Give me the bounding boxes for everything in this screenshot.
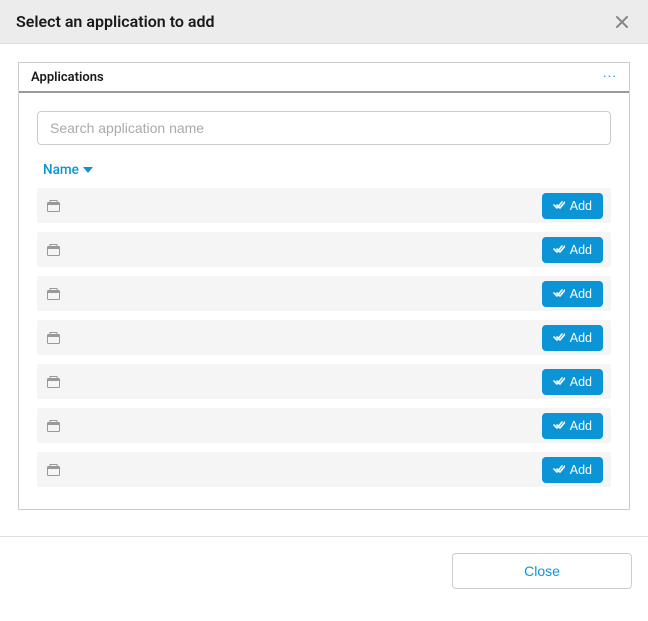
add-button-label: Add <box>570 419 592 433</box>
double-check-icon <box>553 421 565 431</box>
application-icon <box>47 332 60 344</box>
add-button[interactable]: Add <box>542 281 603 307</box>
add-button-label: Add <box>570 331 592 345</box>
column-header-name[interactable]: Name <box>43 162 93 178</box>
application-icon <box>47 288 60 300</box>
table-row: Add <box>37 408 611 443</box>
row-left <box>47 332 68 344</box>
table-row: Add <box>37 232 611 267</box>
row-left <box>47 464 68 476</box>
table-row: Add <box>37 188 611 223</box>
add-button[interactable]: Add <box>542 325 603 351</box>
add-button[interactable]: Add <box>542 237 603 263</box>
sort-caret-icon <box>83 167 93 173</box>
add-button[interactable]: Add <box>542 369 603 395</box>
table-row: Add <box>37 320 611 355</box>
double-check-icon <box>553 465 565 475</box>
application-icon <box>47 420 60 432</box>
add-button[interactable]: Add <box>542 193 603 219</box>
close-button[interactable]: Close <box>452 553 632 589</box>
modal-footer: Close <box>0 536 648 589</box>
add-button-label: Add <box>570 463 592 477</box>
applications-panel: Applications ··· Name AddAddAddAddAddAdd… <box>18 62 630 510</box>
add-button-label: Add <box>570 375 592 389</box>
double-check-icon <box>553 289 565 299</box>
modal-title: Select an application to add <box>16 12 215 31</box>
double-check-icon <box>553 333 565 343</box>
add-button[interactable]: Add <box>542 457 603 483</box>
table-row: Add <box>37 364 611 399</box>
column-header-name-label: Name <box>43 162 79 178</box>
application-list: Add Add Add Add Add Add Add <box>37 188 611 487</box>
panel-menu-icon[interactable]: ··· <box>603 69 617 85</box>
close-icon[interactable] <box>612 12 632 32</box>
add-button-label: Add <box>570 287 592 301</box>
row-left <box>47 244 68 256</box>
application-icon <box>47 244 60 256</box>
panel-header: Applications ··· <box>19 63 629 93</box>
row-left <box>47 376 68 388</box>
row-left <box>47 420 68 432</box>
row-left <box>47 288 68 300</box>
add-button-label: Add <box>570 199 592 213</box>
modal-header: Select an application to add <box>0 0 648 44</box>
application-icon <box>47 200 60 212</box>
panel-body: Name Add Add Add Add Add Add Add <box>19 93 629 509</box>
add-button-label: Add <box>570 243 592 257</box>
row-left <box>47 200 68 212</box>
add-button[interactable]: Add <box>542 413 603 439</box>
column-header-row: Name <box>37 159 611 178</box>
application-icon <box>47 464 60 476</box>
panel-title: Applications <box>31 70 104 85</box>
double-check-icon <box>553 245 565 255</box>
double-check-icon <box>553 377 565 387</box>
double-check-icon <box>553 201 565 211</box>
application-icon <box>47 376 60 388</box>
panel-wrap: Applications ··· Name AddAddAddAddAddAdd… <box>0 44 648 510</box>
table-row: Add <box>37 452 611 487</box>
search-input[interactable] <box>37 111 611 145</box>
table-row: Add <box>37 276 611 311</box>
